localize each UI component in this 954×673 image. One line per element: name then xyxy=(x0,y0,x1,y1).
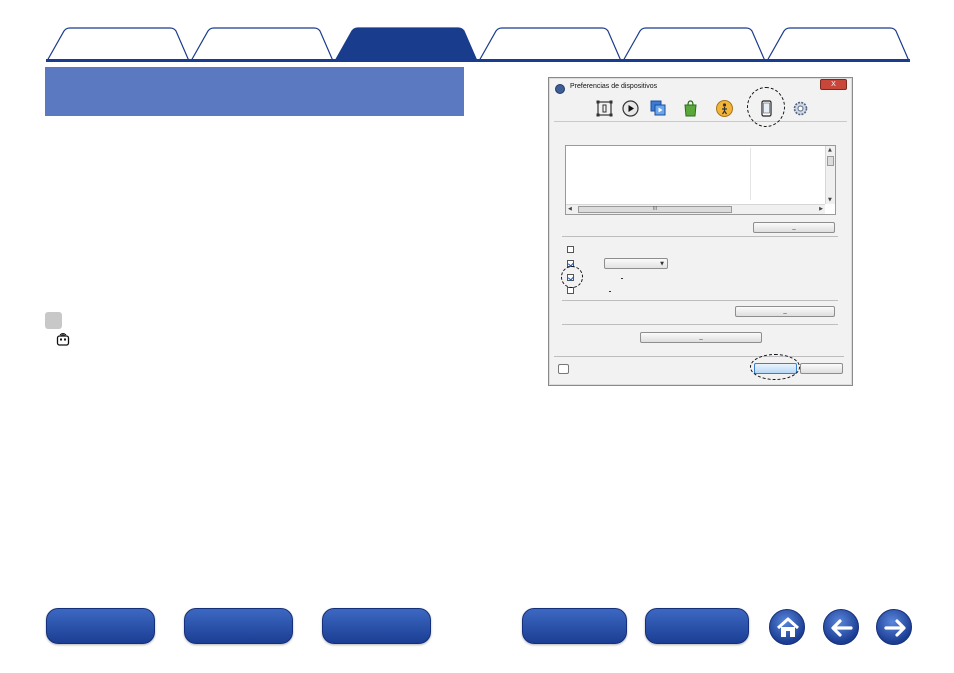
copy-icon[interactable] xyxy=(650,100,667,117)
forward-arrow-icon xyxy=(884,619,906,637)
person-icon[interactable] xyxy=(716,100,733,117)
dialog-toolbar xyxy=(554,96,847,122)
vertical-scrollbar[interactable]: ▲ ▼ xyxy=(825,146,835,204)
tab-5[interactable] xyxy=(622,27,766,61)
nav-button-4[interactable] xyxy=(522,608,627,644)
horizontal-scrollbar[interactable]: ◀ III ▶ xyxy=(566,204,825,214)
nav-button-2[interactable] xyxy=(184,608,293,644)
close-button[interactable]: X xyxy=(820,79,847,90)
section-header xyxy=(45,67,464,116)
option-checkbox-4[interactable] xyxy=(567,287,574,294)
gear-icon[interactable] xyxy=(792,100,809,117)
divider xyxy=(554,356,844,357)
scroll-left-icon[interactable]: ◀ xyxy=(568,206,572,213)
nav-button-3[interactable] xyxy=(322,608,431,644)
chevron-down-icon: ▼ xyxy=(660,261,664,267)
manual-page: Preferencias de dispositivos X ▲ ▼ ◀ III… xyxy=(0,0,954,673)
scroll-right-icon[interactable]: ▶ xyxy=(819,206,823,213)
tab-1[interactable] xyxy=(46,27,190,61)
cancel-button[interactable] xyxy=(800,363,843,374)
checkbox-callout xyxy=(561,266,583,288)
home-button[interactable] xyxy=(769,609,805,645)
bracket-icon[interactable] xyxy=(596,100,613,117)
divider xyxy=(562,236,838,237)
tab-underline xyxy=(46,59,910,62)
divider xyxy=(562,300,838,301)
tab-3[interactable] xyxy=(334,27,478,61)
path-button[interactable]: _ xyxy=(735,306,835,317)
scroll-down-icon[interactable]: ▼ xyxy=(828,197,832,203)
play-icon[interactable] xyxy=(622,100,639,117)
app-icon xyxy=(555,84,565,94)
divider xyxy=(562,324,838,325)
remote-control-icon xyxy=(56,331,70,346)
vertical-scroll-thumb[interactable] xyxy=(827,156,834,166)
option-checkbox-1[interactable] xyxy=(567,246,574,253)
forward-button[interactable] xyxy=(876,609,912,645)
ok-button-callout xyxy=(750,354,800,380)
tab-4[interactable] xyxy=(478,27,622,61)
tab-6[interactable] xyxy=(766,27,910,61)
note-icon xyxy=(45,312,62,329)
nav-button-5[interactable] xyxy=(645,608,749,644)
home-icon xyxy=(776,617,800,637)
bag-icon[interactable] xyxy=(682,100,699,117)
remove-device-button[interactable]: _ xyxy=(753,222,835,233)
horizontal-scroll-thumb[interactable]: III xyxy=(578,206,732,213)
column-separator xyxy=(750,148,751,200)
device-preferences-dialog: Preferencias de dispositivos X ▲ ▼ ◀ III… xyxy=(548,77,853,386)
scroll-grip: III xyxy=(652,206,658,212)
phone-icon-callout xyxy=(747,87,785,127)
option-label-4 xyxy=(609,291,611,292)
top-tab-bar xyxy=(46,27,910,61)
dialog-title: Preferencias de dispositivos xyxy=(570,83,658,90)
scroll-up-icon[interactable]: ▲ xyxy=(828,147,832,153)
option-select[interactable]: ▼ xyxy=(604,258,668,269)
device-list[interactable]: ▲ ▼ ◀ III ▶ xyxy=(565,145,836,215)
tab-2[interactable] xyxy=(190,27,334,61)
back-button[interactable] xyxy=(823,609,859,645)
nav-button-1[interactable] xyxy=(46,608,155,644)
option-label-3 xyxy=(621,278,623,279)
help-button[interactable] xyxy=(558,364,569,374)
action-button[interactable]: _ xyxy=(640,332,762,343)
back-arrow-icon xyxy=(831,619,853,637)
